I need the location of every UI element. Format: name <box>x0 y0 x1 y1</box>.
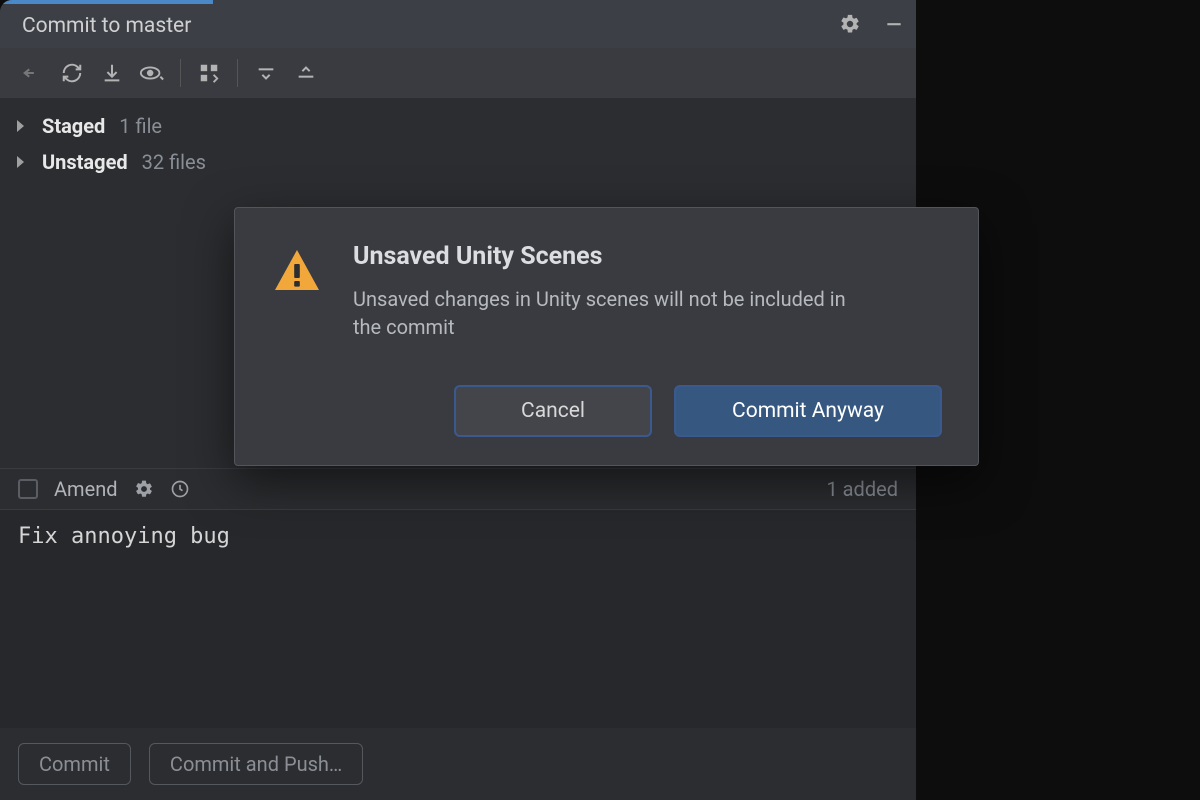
group-icon[interactable] <box>189 53 229 93</box>
amend-checkbox[interactable] <box>18 479 38 499</box>
amend-bar: Amend 1 added <box>0 468 916 510</box>
warning-icon <box>271 246 323 298</box>
download-icon[interactable] <box>92 53 132 93</box>
commit-footer: Commit Commit and Push… <box>0 728 916 800</box>
expand-all-icon[interactable] <box>246 53 286 93</box>
commit-and-push-button[interactable]: Commit and Push… <box>149 743 363 785</box>
staged-group[interactable]: Staged 1 file <box>0 108 916 144</box>
dialog-title: Unsaved Unity Scenes <box>353 242 873 271</box>
commit-message-input[interactable]: Fix annoying bug <box>0 510 916 728</box>
tab-commit[interactable]: Commit to master <box>0 0 213 48</box>
panel-header: Commit to master <box>0 0 916 48</box>
gear-icon[interactable] <box>828 0 872 48</box>
commit-message-text: Fix annoying bug <box>18 524 230 549</box>
gear-icon[interactable] <box>134 479 154 499</box>
unsaved-scenes-dialog: Unsaved Unity Scenes Unsaved changes in … <box>234 207 979 466</box>
chevron-right-icon <box>14 155 28 169</box>
commit-anyway-button[interactable]: Commit Anyway <box>674 385 942 437</box>
unstaged-group[interactable]: Unstaged 32 files <box>0 144 916 180</box>
history-icon[interactable] <box>170 479 190 499</box>
collapse-all-icon[interactable] <box>286 53 326 93</box>
refresh-icon[interactable] <box>52 53 92 93</box>
toolbar-separator <box>180 59 181 87</box>
rollback-icon[interactable] <box>12 53 52 93</box>
toolbar-separator <box>237 59 238 87</box>
staged-label: Staged <box>42 114 105 138</box>
changes-summary: 1 added <box>826 477 898 501</box>
cancel-button[interactable]: Cancel <box>454 385 652 437</box>
dialog-message: Unsaved changes in Unity scenes will not… <box>353 285 873 341</box>
eye-icon[interactable] <box>132 53 172 93</box>
chevron-right-icon <box>14 119 28 133</box>
unstaged-count: 32 files <box>142 150 206 174</box>
amend-label: Amend <box>54 477 118 501</box>
unstaged-label: Unstaged <box>42 150 128 174</box>
commit-button[interactable]: Commit <box>18 743 131 785</box>
tab-title: Commit to master <box>22 14 191 38</box>
staged-count: 1 file <box>119 114 162 138</box>
minimize-icon[interactable] <box>872 0 916 48</box>
commit-toolbar <box>0 48 916 98</box>
